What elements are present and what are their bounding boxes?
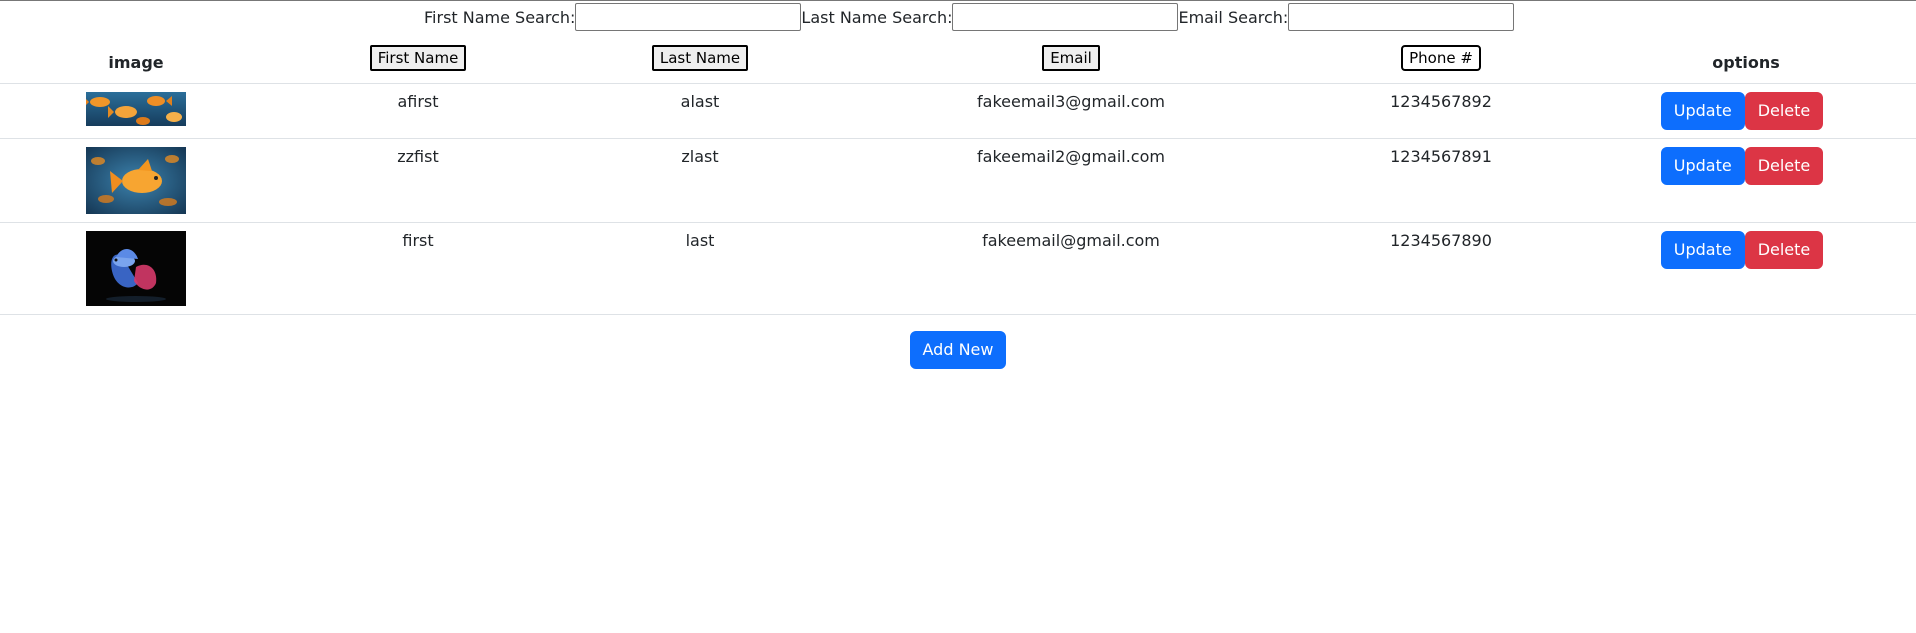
phone-column-header: Phone # <box>1306 39 1576 84</box>
sort-phone-button[interactable]: Phone # <box>1401 45 1481 71</box>
options-cell: Update Delete <box>1576 138 1916 223</box>
add-new-container: Add New <box>0 331 1916 369</box>
last-name-cell: last <box>564 222 836 315</box>
first-name-search-input[interactable] <box>575 3 802 31</box>
sort-email-button[interactable]: Email <box>1042 45 1100 71</box>
last-name-search-label: Last Name Search: <box>801 7 953 27</box>
table-row: afirst alast fakeemail3@gmail.com 123456… <box>0 83 1916 139</box>
options-cell: Update Delete <box>1576 83 1916 139</box>
first-name-cell: afirst <box>272 83 564 139</box>
email-cell: fakeemail@gmail.com <box>836 222 1306 315</box>
goldfish-school-image <box>86 92 186 126</box>
table-row: zzfist zlast fakeemail2@gmail.com 123456… <box>0 138 1916 223</box>
sort-last-name-button[interactable]: Last Name <box>651 45 749 71</box>
update-button[interactable]: Update <box>1660 231 1745 269</box>
email-cell: fakeemail2@gmail.com <box>836 138 1306 223</box>
options-cell: Update Delete <box>1576 222 1916 315</box>
email-cell: fakeemail3@gmail.com <box>836 83 1306 139</box>
last-name-cell: zlast <box>564 138 836 223</box>
first-name-cell: zzfist <box>272 138 564 223</box>
first-name-column-header: First Name <box>272 39 564 84</box>
search-bar: First Name Search: Last Name Search: Email… <box>424 2 1515 32</box>
image-cell <box>0 138 272 223</box>
update-button[interactable]: Update <box>1660 147 1745 185</box>
email-search-input[interactable] <box>1288 3 1515 31</box>
phone-cell: 1234567890 <box>1306 222 1576 315</box>
add-new-button[interactable]: Add New <box>909 331 1007 369</box>
email-column-header: Email <box>836 39 1306 84</box>
sort-first-name-button[interactable]: First Name <box>369 45 467 71</box>
update-button[interactable]: Update <box>1660 92 1745 130</box>
contacts-table: image First Name Last Name Email Phone #… <box>0 39 1916 315</box>
image-column-header: image <box>0 39 272 84</box>
last-name-column-header: Last Name <box>564 39 836 84</box>
email-search-label: Email Search: <box>1178 7 1289 27</box>
image-cell <box>0 222 272 315</box>
first-name-search-label: First Name Search: <box>424 7 576 27</box>
phone-cell: 1234567892 <box>1306 83 1576 139</box>
options-column-header: options <box>1576 39 1916 84</box>
delete-button[interactable]: Delete <box>1744 147 1824 185</box>
table-row: first last fakeemail@gmail.com 123456789… <box>0 222 1916 315</box>
page: First Name Search: Last Name Search: Email… <box>0 0 1916 633</box>
first-name-cell: first <box>272 222 564 315</box>
table-header-row: image First Name Last Name Email Phone #… <box>0 39 1916 84</box>
image-cell <box>0 83 272 139</box>
last-name-search-input[interactable] <box>952 3 1179 31</box>
delete-button[interactable]: Delete <box>1744 92 1824 130</box>
last-name-cell: alast <box>564 83 836 139</box>
betta-fish-image <box>86 231 186 306</box>
phone-cell: 1234567891 <box>1306 138 1576 223</box>
goldfish-image <box>86 147 186 214</box>
delete-button[interactable]: Delete <box>1744 231 1824 269</box>
